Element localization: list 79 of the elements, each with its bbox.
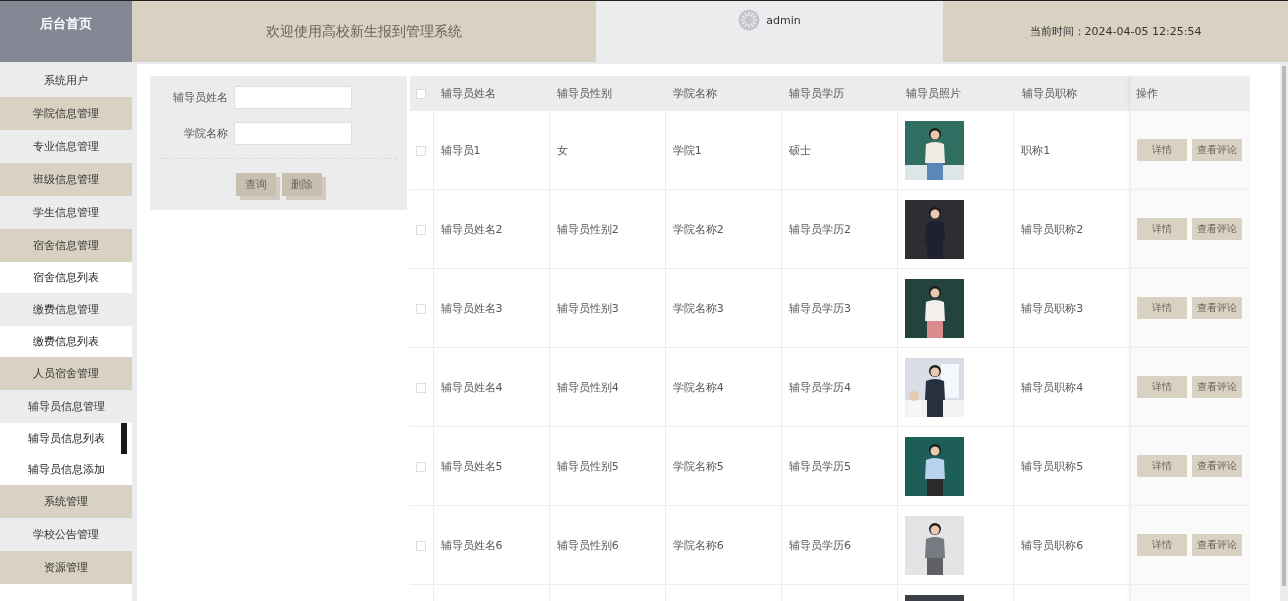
time-label: 当前时间：: [1029, 24, 1085, 39]
sidebar-item[interactable]: 缴费信息管理: [0, 293, 132, 326]
table-cell: 学院名称2: [672, 222, 724, 236]
action-button[interactable]: 详情: [1136, 534, 1187, 556]
action-button[interactable]: 详情: [1136, 139, 1187, 161]
checkbox[interactable]: [416, 540, 426, 551]
site-title: 欢迎使用高校新生报到管理系统: [266, 22, 462, 41]
action-button[interactable]: 查看评论: [1191, 455, 1242, 477]
checkbox[interactable]: [416, 88, 426, 99]
action-button[interactable]: 查看评论: [1191, 376, 1242, 398]
table-cell: 学院名称3: [672, 301, 724, 315]
column-header: 辅导员职称: [1013, 76, 1130, 111]
sidebar-item[interactable]: 班级信息管理: [0, 163, 132, 196]
current-time: 2024-04-05 12:25:54: [1084, 25, 1202, 38]
checkbox[interactable]: [416, 224, 426, 235]
user-name: admin: [766, 13, 801, 27]
action-button[interactable]: 详情: [1136, 297, 1187, 319]
sidebar-item[interactable]: 系统管理: [0, 485, 132, 518]
table-cell: 辅导员姓名6: [440, 538, 503, 552]
table-cell: 辅导员姓名5: [440, 459, 503, 473]
checkbox[interactable]: [416, 303, 426, 314]
column-header: 辅导员照片: [897, 76, 1014, 111]
sidebar-item[interactable]: 学院信息管理: [0, 97, 132, 130]
sidebar-item[interactable]: 专业信息管理: [0, 130, 132, 163]
action-button[interactable]: 查看评论: [1191, 534, 1242, 556]
column-header: 操作: [1130, 76, 1250, 111]
table-cell: 辅导员性别2: [556, 222, 619, 236]
home-link[interactable]: 后台首页: [0, 1, 132, 62]
table-cell: 辅导员性别3: [556, 301, 619, 315]
column-header: 学院名称: [665, 76, 782, 111]
table-cell: 辅导员职称3: [1021, 301, 1084, 315]
table-cell: 学院名称5: [672, 459, 724, 473]
sidebar-item[interactable]: 资源管理: [0, 551, 132, 584]
sidebar-item[interactable]: 学校公告管理: [0, 518, 132, 551]
checkbox[interactable]: [416, 382, 426, 393]
action-button[interactable]: 查看评论: [1191, 218, 1242, 240]
sidebar-item[interactable]: 辅导员信息管理: [0, 390, 132, 423]
sidebar-item[interactable]: 系统用户: [0, 64, 132, 97]
table-cell: 辅导员性别4: [556, 380, 619, 394]
table-cell: 辅导员性别6: [556, 538, 619, 552]
avatar-icon: [738, 9, 761, 31]
table-cell: 辅导员姓名2: [440, 222, 503, 236]
table-cell: 辅导员性别5: [556, 459, 619, 473]
table-cell: 辅导员学历6: [788, 538, 851, 552]
sidebar-item[interactable]: 宿舍信息管理: [0, 229, 132, 262]
column-header: 辅导员学历: [781, 76, 898, 111]
column-header: 辅导员性别: [549, 76, 666, 111]
input-field[interactable]: [234, 86, 352, 109]
action-button[interactable]: 查看评论: [1191, 139, 1242, 161]
table-cell: 辅导员学历3: [788, 301, 851, 315]
action-button[interactable]: 详情: [1136, 455, 1187, 477]
table-cell: 职称1: [1021, 143, 1051, 157]
table-cell: 辅导员学历5: [788, 459, 851, 473]
checkbox[interactable]: [416, 145, 426, 156]
input-field[interactable]: [234, 122, 352, 145]
action-button[interactable]: 详情: [1136, 218, 1187, 240]
action-button[interactable]: 详情: [1136, 376, 1187, 398]
table-cell: 女: [556, 143, 568, 157]
field-label: 辅导员姓名: [172, 90, 228, 105]
table-cell: 辅导员姓名4: [440, 380, 503, 394]
table-cell: 辅导员职称5: [1021, 459, 1084, 473]
table-cell: 硕士: [788, 143, 811, 157]
sidebar-item[interactable]: 人员宿舍管理: [0, 357, 132, 390]
table-cell: 辅导员职称6: [1021, 538, 1084, 552]
table-cell: 学院名称4: [672, 380, 724, 394]
table-cell: 辅导员职称4: [1021, 380, 1084, 394]
field-label: 学院名称: [183, 126, 228, 141]
checkbox[interactable]: [416, 461, 426, 472]
table-cell: 学院名称6: [672, 538, 724, 552]
table-cell: 辅导员职称2: [1021, 222, 1084, 236]
scrollbar[interactable]: [1282, 66, 1286, 586]
table-cell: 学院1: [672, 143, 702, 157]
table-cell: 辅导员学历4: [788, 380, 851, 394]
column-header: 辅导员姓名: [433, 76, 550, 111]
action-button[interactable]: 查看评论: [1191, 297, 1242, 319]
table-cell: 辅导员1: [440, 143, 481, 157]
table-cell: 辅导员姓名3: [440, 301, 503, 315]
table-cell: 辅导员学历2: [788, 222, 851, 236]
sidebar-item[interactable]: 学生信息管理: [0, 196, 132, 229]
